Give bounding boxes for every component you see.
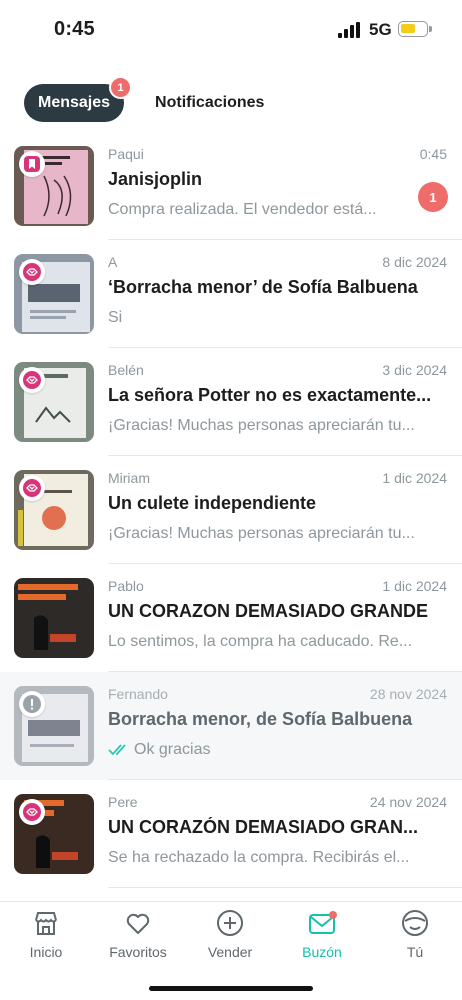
shop-icon: [35, 912, 57, 935]
handshake-icon: [19, 367, 45, 393]
conversation-title: UN CORAZÓN DEMASIADO GRAN...: [108, 817, 418, 837]
message-date: 1 dic 2024: [382, 470, 447, 486]
nav-label: Vender: [207, 944, 253, 960]
item-thumbnail: [14, 470, 94, 550]
sender-name: Pere: [108, 794, 138, 810]
signal-icon: [338, 22, 360, 38]
sender-name: Belén: [108, 362, 144, 378]
nav-label: Inicio: [29, 944, 63, 960]
tab-messages-badge: 1: [109, 76, 133, 99]
message-preview: Se ha rechazado la compra. Recibirás el.…: [108, 849, 410, 866]
nav-label: Buzón: [302, 944, 342, 960]
conversation-row[interactable]: Miriam 1 dic 2024 Un culete independient…: [0, 456, 462, 564]
message-preview: Compra realizada. El vendedor está...: [108, 201, 377, 218]
book-cover-image: [14, 578, 94, 658]
message-date: 24 nov 2024: [369, 794, 447, 810]
bookmark-icon: [19, 151, 45, 177]
status-bar: 0:45 5G: [0, 0, 462, 64]
conversation-row[interactable]: Paqui 0:45 Janisjoplin Compra realizada.…: [0, 132, 462, 240]
conversation-row[interactable]: Pere 24 nov 2024 UN CORAZÓN DEMASIADO GR…: [0, 780, 462, 888]
conversation-row[interactable]: Belén 3 dic 2024 La señora Potter no es …: [0, 348, 462, 456]
item-thumbnail: [14, 146, 94, 226]
message-date: 28 nov 2024: [369, 686, 447, 702]
item-thumbnail: [14, 794, 94, 874]
nav-inicio[interactable]: Inicio: [6, 908, 86, 960]
conversation-title: ‘Borracha menor’ de Sofía Balbuena: [108, 277, 418, 297]
sender-name: A: [108, 254, 118, 270]
conversation-title: Borracha menor, de Sofía Balbuena: [108, 709, 413, 729]
nav-label: Tú: [406, 944, 424, 960]
conversation-list: Paqui 0:45 Janisjoplin Compra realizada.…: [0, 132, 462, 888]
tab-notifications[interactable]: Notificaciones: [155, 94, 264, 112]
handshake-icon: [19, 475, 45, 501]
nav-label: Favoritos: [109, 944, 167, 960]
message-date: 0:45: [419, 146, 447, 162]
conversation-title: UN CORAZON DEMASIADO GRANDE: [108, 601, 429, 621]
tab-messages-label: Mensajes: [38, 94, 111, 111]
sender-name: Pablo: [108, 578, 144, 594]
message-preview: Lo sentimos, la compra ha caducado. Re..…: [108, 633, 413, 650]
item-thumbnail: [14, 578, 94, 658]
sender-name: Miriam: [108, 470, 150, 486]
battery-icon: [398, 21, 432, 37]
conversation-title: Janisjoplin: [108, 169, 203, 189]
item-thumbnail: [14, 362, 94, 442]
handshake-icon: [19, 259, 45, 285]
handshake-icon: [19, 799, 45, 825]
nav-tu[interactable]: Tú: [375, 908, 455, 960]
message-date: 8 dic 2024: [382, 254, 447, 270]
inbox-tabs: Mensajes 1 Notificaciones: [24, 76, 264, 122]
tab-messages[interactable]: Mensajes 1: [24, 76, 133, 122]
message-preview-text: Ok gracias: [134, 741, 211, 758]
conversation-title: La señora Potter no es exactamente...: [108, 385, 432, 405]
home-indicator: [149, 986, 313, 991]
item-thumbnail: [14, 254, 94, 334]
heart-icon: [126, 913, 150, 934]
conversation-row[interactable]: Fernando 28 nov 2024 Borracha menor, de …: [0, 672, 462, 780]
message-preview: ¡Gracias! Muchas personas apreciarán tu.…: [108, 525, 415, 542]
conversation-row[interactable]: A 8 dic 2024 ‘Borracha menor’ de Sofía B…: [0, 240, 462, 348]
message-preview: Ok gracias: [108, 741, 442, 759]
conversation-row[interactable]: Pablo 1 dic 2024 UN CORAZON DEMASIADO GR…: [0, 564, 462, 672]
nav-favoritos[interactable]: Favoritos: [98, 908, 178, 960]
nav-vender[interactable]: Vender: [190, 908, 270, 960]
face-icon: [402, 910, 428, 936]
sender-name: Paqui: [108, 146, 144, 162]
message-preview: Si: [108, 309, 123, 326]
message-preview: ¡Gracias! Muchas personas apreciarán tu.…: [108, 417, 415, 434]
plus-circle-icon: [217, 910, 243, 936]
double-check-icon: [108, 744, 126, 756]
info-icon: [19, 691, 45, 717]
sender-name: Fernando: [108, 686, 168, 702]
status-time: 0:45: [54, 18, 95, 40]
nav-buzon[interactable]: Buzón: [282, 908, 362, 960]
network-label: 5G: [369, 20, 392, 39]
conversation-title: Un culete independiente: [108, 493, 317, 513]
item-thumbnail: [14, 686, 94, 766]
mail-icon: [309, 911, 337, 934]
unread-badge: 1: [418, 182, 448, 212]
message-date: 3 dic 2024: [382, 362, 447, 378]
message-date: 1 dic 2024: [382, 578, 447, 594]
